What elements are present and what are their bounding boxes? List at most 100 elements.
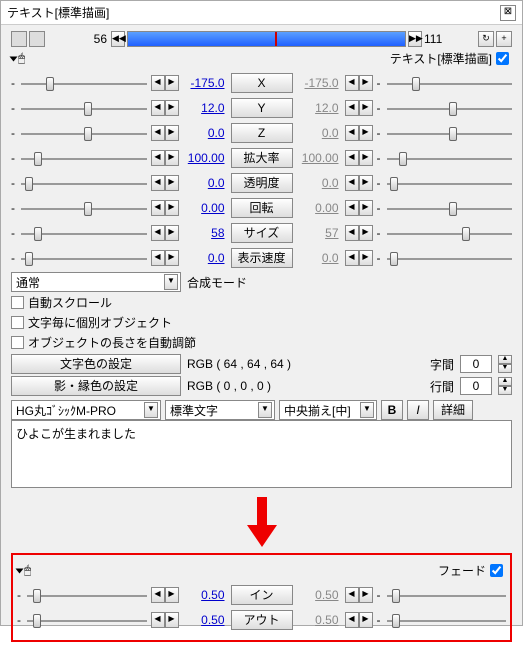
refresh-button[interactable]: ↻	[478, 31, 494, 47]
value-left[interactable]: 0.0	[183, 251, 227, 265]
collapse-icon[interactable]	[10, 56, 18, 61]
spin-left-1-dec[interactable]: ◀	[151, 100, 165, 116]
bold-button[interactable]: B	[381, 400, 403, 420]
value-right[interactable]: 12.0	[297, 101, 341, 115]
fade-spin-right-1-dec[interactable]: ◀	[345, 612, 359, 628]
font-style-select[interactable]: 標準文字▼	[165, 400, 275, 420]
next-frame-button[interactable]: ▶▶	[408, 31, 422, 47]
close-button[interactable]: ⊠	[500, 5, 516, 21]
fade-value-left[interactable]: 0.50	[183, 588, 227, 602]
param-label-button[interactable]: Z	[231, 123, 293, 143]
spin-left-0-inc[interactable]: ▶	[165, 75, 179, 91]
spin-left-7-inc[interactable]: ▶	[165, 250, 179, 266]
char-spacing-up[interactable]: ▲	[498, 355, 512, 364]
slider-left-7[interactable]	[21, 249, 147, 267]
spin-left-2-inc[interactable]: ▶	[165, 125, 179, 141]
spin-right-6-dec[interactable]: ◀	[345, 225, 359, 241]
slider-left-1[interactable]	[21, 99, 147, 117]
value-right[interactable]: 0.0	[297, 251, 341, 265]
line-spacing-input[interactable]: 0	[460, 377, 492, 395]
spin-right-1-dec[interactable]: ◀	[345, 100, 359, 116]
blend-mode-select[interactable]: 通常 ▼	[11, 272, 181, 292]
value-right[interactable]: 0.0	[297, 126, 341, 140]
font-select[interactable]: HG丸ｺﾞｼｯｸM-PRO▼	[11, 400, 161, 420]
spin-left-2-dec[interactable]: ◀	[151, 125, 165, 141]
fade-spin-right-0-dec[interactable]: ◀	[345, 587, 359, 603]
collapse-icon[interactable]	[16, 568, 24, 573]
spin-left-4-inc[interactable]: ▶	[165, 175, 179, 191]
spin-left-5-dec[interactable]: ◀	[151, 200, 165, 216]
detail-button[interactable]: 詳細	[433, 400, 473, 420]
fade-slider-right-0[interactable]	[387, 586, 507, 604]
spin-left-7-dec[interactable]: ◀	[151, 250, 165, 266]
autolen-checkbox[interactable]	[11, 336, 24, 349]
fade-label-button[interactable]: イン	[231, 585, 293, 605]
fade-spin-left-1-dec[interactable]: ◀	[151, 612, 165, 628]
fade-label-button[interactable]: アウト	[231, 610, 293, 630]
shadow-color-button[interactable]: 影・縁色の設定	[11, 376, 181, 396]
spin-left-4-dec[interactable]: ◀	[151, 175, 165, 191]
spin-right-2-inc[interactable]: ▶	[359, 125, 373, 141]
spin-right-3-inc[interactable]: ▶	[359, 150, 373, 166]
param-label-button[interactable]: X	[231, 73, 293, 93]
spin-left-6-dec[interactable]: ◀	[151, 225, 165, 241]
param-label-button[interactable]: 回転	[231, 198, 293, 218]
autoscroll-checkbox[interactable]	[11, 296, 24, 309]
slider-left-0[interactable]	[21, 74, 147, 92]
text-color-button[interactable]: 文字色の設定	[11, 354, 181, 374]
spin-left-5-inc[interactable]: ▶	[165, 200, 179, 216]
value-left[interactable]: 12.0	[183, 101, 227, 115]
slider-right-2[interactable]	[387, 124, 513, 142]
spin-left-3-inc[interactable]: ▶	[165, 150, 179, 166]
slider-left-4[interactable]	[21, 174, 147, 192]
spin-right-5-inc[interactable]: ▶	[359, 200, 373, 216]
slider-right-0[interactable]	[387, 74, 513, 92]
param-label-button[interactable]: 拡大率	[231, 148, 293, 168]
fade-spin-left-0-inc[interactable]: ▶	[165, 587, 179, 603]
value-right[interactable]: -175.0	[297, 76, 341, 90]
spin-right-7-inc[interactable]: ▶	[359, 250, 373, 266]
timeline-bar[interactable]	[127, 31, 406, 47]
fade-value-right[interactable]: 0.50	[297, 588, 341, 602]
section-enabled-checkbox[interactable]	[496, 52, 509, 65]
param-label-button[interactable]: 表示速度	[231, 248, 293, 268]
char-spacing-down[interactable]: ▼	[498, 364, 512, 373]
slider-left-5[interactable]	[21, 199, 147, 217]
slider-right-4[interactable]	[387, 174, 513, 192]
slider-right-5[interactable]	[387, 199, 513, 217]
tool-icon-2[interactable]	[29, 31, 45, 47]
fade-enabled-checkbox[interactable]	[490, 564, 503, 577]
fade-spin-left-0-dec[interactable]: ◀	[151, 587, 165, 603]
value-right[interactable]: 0.00	[297, 201, 341, 215]
value-left[interactable]: 58	[183, 226, 227, 240]
value-right[interactable]: 100.00	[297, 151, 341, 165]
fade-spin-right-1-inc[interactable]: ▶	[359, 612, 373, 628]
fade-spin-right-0-inc[interactable]: ▶	[359, 587, 373, 603]
value-left[interactable]: 100.00	[183, 151, 227, 165]
slider-left-2[interactable]	[21, 124, 147, 142]
spin-right-5-dec[interactable]: ◀	[345, 200, 359, 216]
value-left[interactable]: 0.0	[183, 126, 227, 140]
value-left[interactable]: -175.0	[183, 76, 227, 90]
spin-right-7-dec[interactable]: ◀	[345, 250, 359, 266]
spin-left-3-dec[interactable]: ◀	[151, 150, 165, 166]
slider-right-7[interactable]	[387, 249, 513, 267]
spin-left-6-inc[interactable]: ▶	[165, 225, 179, 241]
slider-right-3[interactable]	[387, 149, 513, 167]
slider-left-3[interactable]	[21, 149, 147, 167]
fade-value-left[interactable]: 0.50	[183, 613, 227, 627]
value-right[interactable]: 0.0	[297, 176, 341, 190]
align-select[interactable]: 中央揃え[中]▼	[279, 400, 377, 420]
slider-right-1[interactable]	[387, 99, 513, 117]
spin-left-0-dec[interactable]: ◀	[151, 75, 165, 91]
fade-slider-left-0[interactable]	[27, 586, 147, 604]
line-spacing-up[interactable]: ▲	[498, 377, 512, 386]
tool-icon-1[interactable]	[11, 31, 27, 47]
slider-right-6[interactable]	[387, 224, 513, 242]
add-button[interactable]: +	[496, 31, 512, 47]
spin-left-1-inc[interactable]: ▶	[165, 100, 179, 116]
text-input[interactable]	[11, 420, 512, 488]
perchar-checkbox[interactable]	[11, 316, 24, 329]
spin-right-0-inc[interactable]: ▶	[359, 75, 373, 91]
spin-right-0-dec[interactable]: ◀	[345, 75, 359, 91]
